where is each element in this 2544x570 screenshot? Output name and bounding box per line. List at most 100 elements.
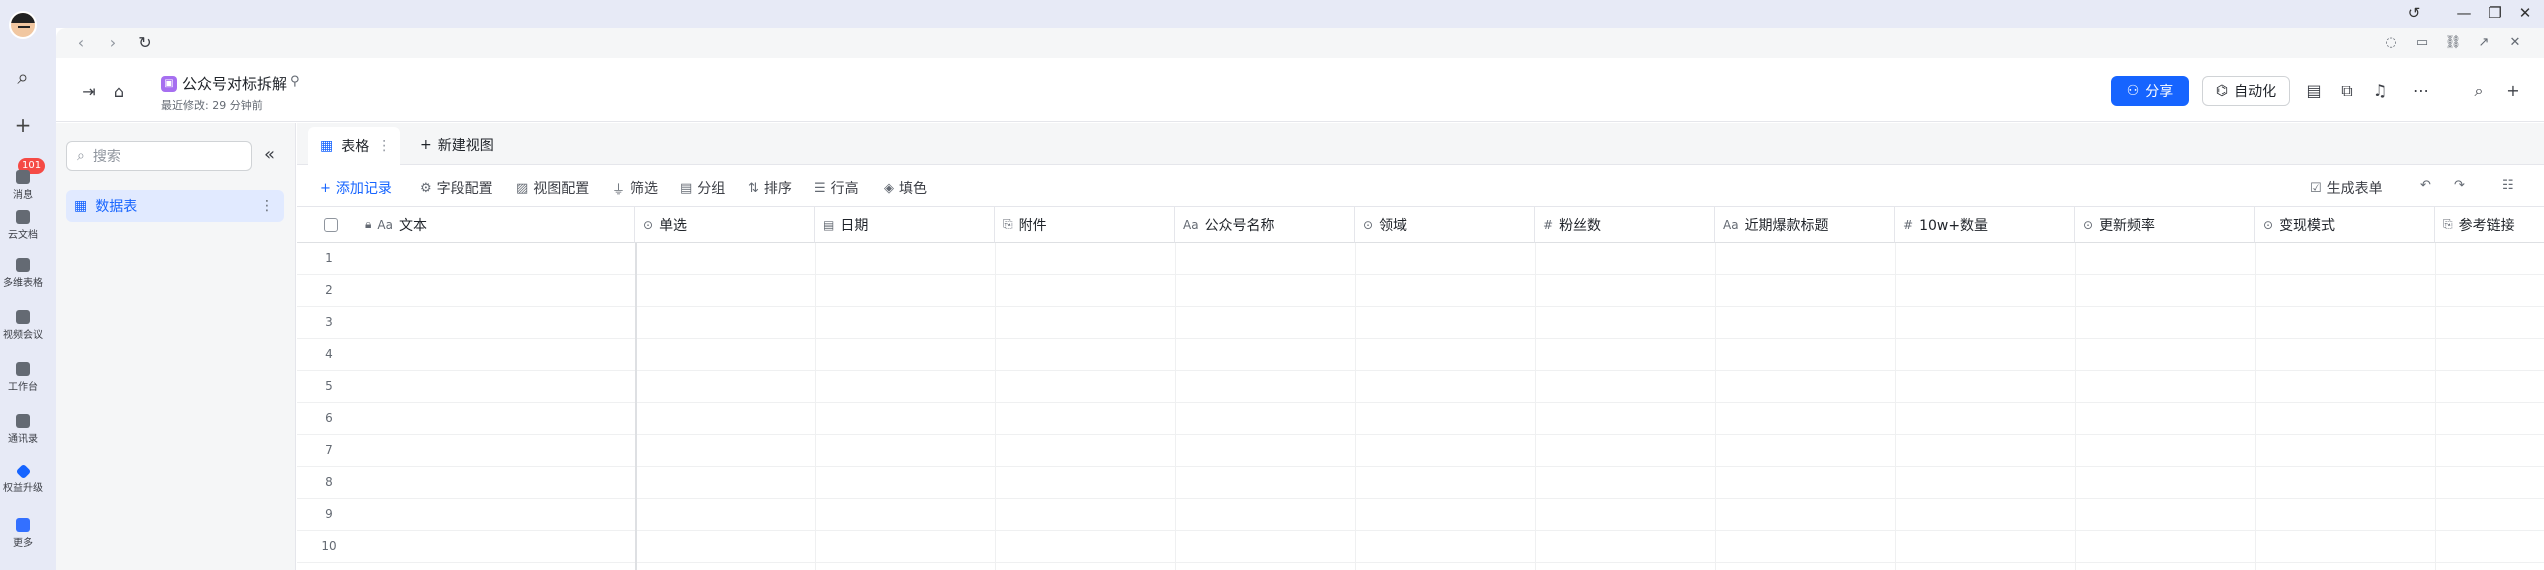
robot-icon: ⌬: [2215, 83, 2229, 99]
share-button[interactable]: ⚇ 分享: [2111, 76, 2189, 106]
group-button[interactable]: ▤ 分组: [680, 178, 725, 198]
tab-more-icon[interactable]: ⋮: [377, 138, 391, 154]
link-icon[interactable]: ⛓: [2444, 34, 2462, 52]
more-icon[interactable]: ⋯: [2410, 80, 2432, 102]
rail-item-messages[interactable]: 消息: [0, 170, 46, 201]
column-divider: [1535, 243, 1536, 570]
row-number: 1: [325, 251, 333, 265]
chat-icon: [16, 170, 30, 184]
pin-icon[interactable]: ⚲: [290, 74, 300, 89]
group-icon: ▤: [680, 180, 693, 196]
generate-form-button[interactable]: ☑ 生成表单: [2310, 178, 2383, 198]
grid-icon: ▦: [320, 138, 334, 154]
filter-icon: ⏚: [612, 182, 626, 198]
rail-item-meeting[interactable]: 视频会议: [0, 310, 46, 341]
column-header[interactable]: ⊙ 变现模式: [2255, 207, 2435, 243]
title-bar: [56, 0, 2544, 28]
redo-button[interactable]: ↷: [2454, 178, 2465, 193]
add-icon[interactable]: +: [2502, 80, 2524, 102]
search-input[interactable]: ⌕ 搜索: [66, 141, 252, 171]
paint-bucket-icon: ◈: [884, 180, 894, 196]
rail-item-contacts[interactable]: 通讯录: [0, 414, 46, 445]
comment-icon[interactable]: ◌: [2382, 34, 2400, 52]
video-icon: [16, 310, 30, 324]
sidebar-item-table[interactable]: ▦ 数据表 ⋮: [66, 190, 284, 222]
row-height-button[interactable]: ☰ 行高: [814, 178, 859, 198]
column-divider: [2435, 243, 2436, 570]
field-config-button[interactable]: ⚙ 字段配置: [420, 178, 493, 198]
doc-title[interactable]: 公众号对标拆解: [182, 73, 287, 94]
refresh-icon[interactable]: ↻: [136, 34, 154, 52]
window-icon[interactable]: ▭: [2413, 34, 2431, 52]
column-header[interactable]: ⊙ 单选: [635, 207, 815, 243]
table-icon: ▦: [74, 198, 88, 214]
restore-icon[interactable]: ❐: [2486, 4, 2504, 22]
forward-icon[interactable]: ›: [104, 34, 122, 52]
collapse-sidebar-icon[interactable]: «: [264, 144, 275, 165]
add-record-button[interactable]: + 添加记录: [320, 178, 392, 198]
column-header-text[interactable]: 🔒︎ Aa 文本: [297, 207, 635, 243]
apps-icon: [16, 362, 30, 376]
toggle-sidebar-icon[interactable]: ⇥: [78, 81, 100, 103]
lock-icon: 🔒︎: [365, 217, 372, 231]
column-header[interactable]: ⊙ 领域: [1355, 207, 1535, 243]
rail-item-more[interactable]: 更多: [0, 518, 46, 549]
rail-item-workplace[interactable]: 工作台: [0, 362, 46, 393]
user-plus-icon: ⚇: [2126, 83, 2140, 99]
date-icon: ▤: [823, 217, 835, 232]
undo-button[interactable]: ↶: [2420, 178, 2431, 193]
home-icon[interactable]: ⌂: [108, 81, 130, 103]
plugin-icon[interactable]: ⧉: [2336, 80, 2358, 102]
base-doc-icon: ▣: [161, 76, 177, 92]
automation-button[interactable]: ⌬ 自动化: [2202, 76, 2290, 106]
column-header[interactable]: Aa 公众号名称: [1175, 207, 1355, 243]
rail-item-upgrade[interactable]: 权益升级: [0, 463, 46, 494]
toolbar-settings-button[interactable]: ☷: [2502, 178, 2514, 193]
search-doc-icon[interactable]: ⌕: [2468, 80, 2490, 102]
column-header[interactable]: ⎘ 参考链接: [2435, 207, 2544, 243]
plus-icon[interactable]: +: [8, 110, 38, 140]
back-icon[interactable]: ‹: [72, 34, 90, 52]
close-window-icon[interactable]: ✕: [2516, 4, 2534, 22]
column-header[interactable]: # 粉丝数: [1535, 207, 1715, 243]
tab-grid-view[interactable]: ▦ 表格 ⋮: [308, 127, 400, 165]
notes-icon[interactable]: ▤: [2303, 80, 2325, 102]
column-divider: [1715, 243, 1716, 570]
avatar[interactable]: [9, 11, 37, 39]
rail-item-base[interactable]: 多维表格: [0, 258, 46, 289]
more-vertical-icon[interactable]: ⋮: [260, 198, 274, 214]
column-header[interactable]: ⎘ 附件: [995, 207, 1175, 243]
single-select-icon: ⊙: [2083, 217, 2094, 232]
view-tabs: [297, 123, 2544, 165]
row-number: 10: [321, 539, 337, 553]
text-field-icon: Aa: [1723, 217, 1739, 232]
row-number: 4: [325, 347, 333, 361]
sort-button[interactable]: ⇅ 排序: [748, 178, 792, 198]
row-height-icon: ☰: [814, 180, 826, 196]
share-out-icon[interactable]: ↗: [2475, 34, 2493, 52]
column-header[interactable]: ⊙ 更新频率: [2075, 207, 2255, 243]
search-icon: ⌕: [77, 148, 85, 164]
row-number: 5: [325, 379, 333, 393]
new-view-button[interactable]: + 新建视图: [420, 135, 494, 155]
filter-button[interactable]: ⏚ 筛选: [612, 178, 658, 198]
app-rail: ⌕ + 101 消息 云文档 多维表格 视频会议 工作台 通讯录 权益升级 更多: [0, 0, 56, 570]
column-header[interactable]: ▤ 日期: [815, 207, 995, 243]
column-header[interactable]: #10w+数量: [1895, 207, 2075, 243]
bell-icon[interactable]: ♫: [2369, 80, 2391, 102]
view-config-button[interactable]: ▨ 视图配置: [516, 178, 589, 198]
number-icon: #: [1543, 217, 1554, 232]
more-apps-icon: [16, 518, 30, 532]
row-number: 6: [325, 411, 333, 425]
select-all-checkbox[interactable]: [324, 218, 338, 232]
rail-item-docs[interactable]: 云文档: [0, 210, 46, 241]
history-icon[interactable]: ↺: [2405, 4, 2423, 22]
minimize-icon[interactable]: —: [2455, 4, 2473, 22]
list-settings-icon: ☷: [2502, 178, 2514, 193]
fill-color-button[interactable]: ◈ 填色: [884, 178, 927, 198]
column-header[interactable]: Aa 近期爆款标题: [1715, 207, 1895, 243]
column-divider: [1175, 243, 1176, 570]
number-icon: #: [1903, 217, 1914, 232]
search-icon[interactable]: ⌕: [8, 62, 38, 92]
close-tab-icon[interactable]: ✕: [2506, 34, 2524, 52]
